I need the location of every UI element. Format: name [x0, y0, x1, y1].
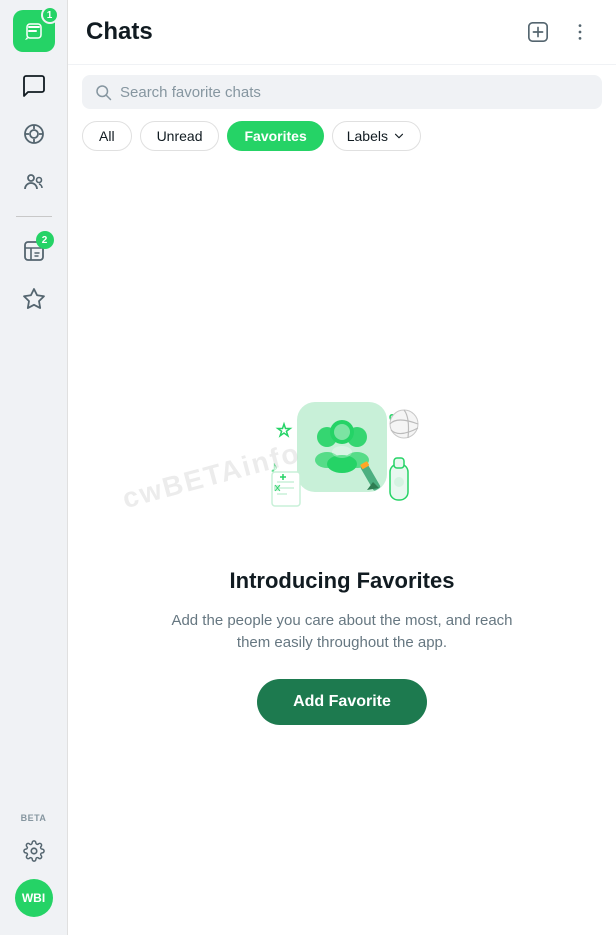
beta-label: BETA [21, 813, 47, 823]
new-chat-icon [527, 21, 549, 43]
sidebar: 1 [0, 0, 68, 935]
settings-icon [23, 840, 45, 862]
status-icon [22, 122, 46, 146]
user-avatar[interactable]: WBI [15, 879, 53, 917]
filter-all[interactable]: All [82, 121, 132, 151]
communities-icon [22, 170, 46, 194]
search-container [68, 65, 616, 117]
favorites-illustration: ♪ [242, 372, 442, 552]
labels-text: Labels [347, 128, 388, 144]
empty-state: ♪ [68, 161, 616, 935]
whatsapp-icon [22, 19, 46, 43]
search-icon [94, 83, 112, 101]
filter-labels[interactable]: Labels [332, 121, 421, 151]
sidebar-item-settings[interactable] [12, 829, 56, 873]
search-bar [82, 75, 602, 109]
sidebar-top: 1 [12, 10, 56, 813]
app-logo[interactable]: 1 [13, 10, 55, 52]
filter-tabs: All Unread Favorites Labels [68, 117, 616, 161]
sidebar-item-status[interactable] [12, 112, 56, 156]
page-title: Chats [86, 18, 153, 46]
new-chat-button[interactable] [520, 14, 556, 50]
header: Chats [68, 0, 616, 65]
illustration-svg: ♪ [242, 372, 442, 552]
empty-state-title: Introducing Favorites [230, 568, 455, 594]
more-icon [569, 21, 591, 43]
sidebar-item-starred[interactable] [12, 277, 56, 321]
search-input[interactable] [120, 84, 590, 101]
more-options-button[interactable] [562, 14, 598, 50]
logo-badge: 1 [41, 6, 59, 24]
sidebar-bottom: BETA WBI [12, 813, 56, 925]
sidebar-item-chats[interactable] [12, 64, 56, 108]
starred-icon [22, 287, 46, 311]
header-actions [520, 14, 598, 50]
sidebar-divider [16, 216, 52, 217]
main-panel: Chats [68, 0, 616, 935]
empty-state-description: Add the people you care about the most, … [162, 610, 522, 655]
updates-badge: 2 [36, 231, 54, 249]
filter-unread[interactable]: Unread [140, 121, 220, 151]
chats-icon [22, 74, 46, 98]
sidebar-item-updates[interactable]: 2 [12, 229, 56, 273]
filter-favorites[interactable]: Favorites [227, 121, 323, 151]
sidebar-item-communities[interactable] [12, 160, 56, 204]
chevron-down-icon [392, 129, 406, 143]
add-favorite-button[interactable]: Add Favorite [257, 679, 427, 725]
